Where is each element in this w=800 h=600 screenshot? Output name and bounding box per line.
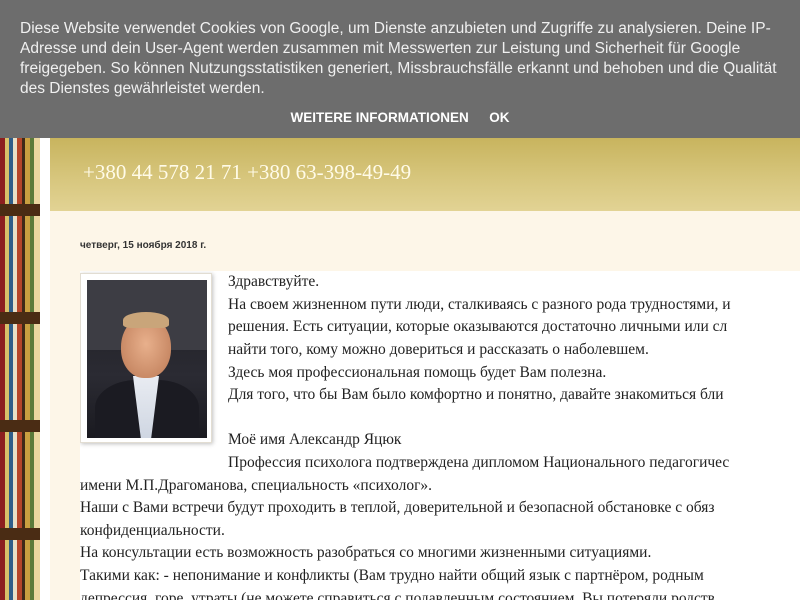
post-line: имени М.П.Драгоманова, специальность «пс… bbox=[80, 477, 433, 494]
post-line: Профессия психолога подтверждена дипломо… bbox=[228, 454, 730, 471]
post-line: Для того, что бы Вам было комфортно и по… bbox=[228, 386, 724, 403]
post-line: Такими как: - непонимание и конфликты (В… bbox=[80, 567, 704, 584]
post-line: Здравствуйте. bbox=[228, 273, 320, 290]
cookie-actions: WEITERE INFORMATIONEN OK bbox=[0, 109, 800, 127]
header-phone: +380 44 578 21 71 +380 63-398-49-49 bbox=[83, 160, 412, 184]
more-info-link[interactable]: WEITERE INFORMATIONEN bbox=[291, 110, 469, 125]
cookie-message: Diese Website verwendet Cookies von Goog… bbox=[20, 20, 777, 97]
ok-button[interactable]: OK bbox=[489, 110, 509, 125]
post-line: найти того, кому можно довериться и расс… bbox=[228, 341, 649, 358]
blog-header: +380 44 578 21 71 +380 63-398-49-49 bbox=[50, 138, 800, 211]
post-line: Наши с Вами встречи будут проходить в те… bbox=[80, 499, 715, 516]
post-date: четверг, 15 ноября 2018 г. bbox=[80, 240, 207, 251]
main-content: четверг, 15 ноября 2018 г. Здравствуйте.… bbox=[50, 211, 800, 600]
post-body: Здравствуйте. На своем жизненном пути лю… bbox=[80, 271, 800, 600]
post-line: Здесь моя профессиональная помощь будет … bbox=[228, 364, 607, 381]
post-line: конфиденциальности. bbox=[80, 522, 225, 539]
author-photo[interactable] bbox=[80, 273, 212, 443]
post-line: На консультации есть возможность разобра… bbox=[80, 544, 652, 561]
post-line: депрессия, горе, утраты (не можете справ… bbox=[80, 590, 715, 600]
cookie-banner: Diese Website verwendet Cookies von Goog… bbox=[0, 0, 800, 138]
post-line: решения. Есть ситуации, которые оказываю… bbox=[228, 318, 728, 335]
post-line: Моё имя Александр Яцюк bbox=[228, 431, 402, 448]
post-line: На своем жизненном пути люди, сталкиваяс… bbox=[228, 296, 731, 313]
portrait-image bbox=[87, 280, 207, 438]
